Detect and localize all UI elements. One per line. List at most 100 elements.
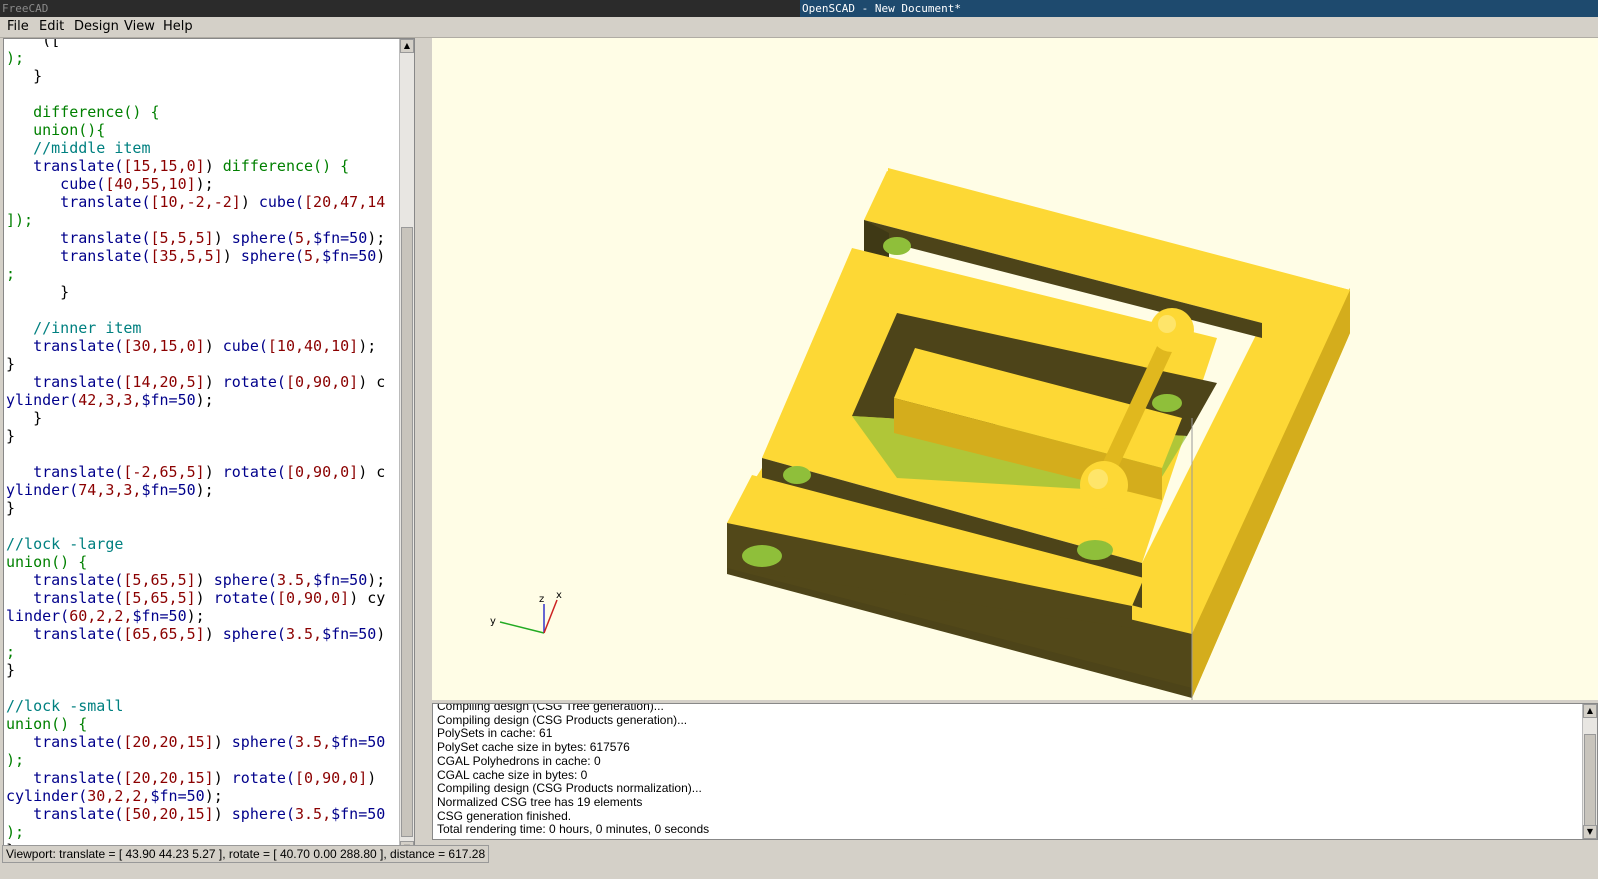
console-line: PolySet cache size in bytes: 617576 xyxy=(437,740,630,755)
splitter[interactable] xyxy=(416,38,432,856)
code-line[interactable]: translate([20,20,15]) sphere(3.5,$fn=50 xyxy=(6,733,385,751)
code-line[interactable]: translate([65,65,5]) sphere(3.5,$fn=50) xyxy=(6,625,385,643)
code-line[interactable]: translate([5,65,5]) rotate([0,90,0]) cy xyxy=(6,589,385,607)
code-token: ) c xyxy=(358,373,386,391)
code-line[interactable]: translate([5,5,5]) sphere(5,$fn=50); xyxy=(6,229,385,247)
code-line[interactable]: difference() { xyxy=(6,103,385,121)
code-token: ) xyxy=(213,769,232,787)
code-line[interactable]: ); xyxy=(6,823,385,841)
console-scroll-up-icon[interactable]: ▲ xyxy=(1583,704,1597,718)
code-token: 3.5, xyxy=(295,733,332,751)
code-line[interactable]: //middle item xyxy=(6,139,385,157)
code-line[interactable]: translate([30,15,0]) cube([10,40,10]); xyxy=(6,337,385,355)
code-line[interactable] xyxy=(6,85,385,103)
code-line[interactable]: ([ xyxy=(6,39,385,49)
code-line[interactable]: } xyxy=(6,355,385,373)
code-line[interactable]: } xyxy=(6,409,385,427)
console-scroll-down-icon[interactable]: ▼ xyxy=(1583,825,1597,839)
code-token: [20,20,15] xyxy=(123,769,214,787)
console-scroll-thumb[interactable] xyxy=(1584,734,1596,826)
editor-scrollbar[interactable]: ▲ ▼ xyxy=(399,39,414,855)
code-token: } xyxy=(6,427,16,445)
code-line[interactable]: //lock -small xyxy=(6,697,385,715)
code-line[interactable]: ); xyxy=(6,751,385,769)
code-line[interactable]: translate([20,20,15]) rotate([0,90,0]) xyxy=(6,769,385,787)
code-token: ) xyxy=(213,229,232,247)
code-text[interactable]: ([); } difference() { union(){ //middle … xyxy=(6,39,385,855)
scroll-thumb[interactable] xyxy=(401,227,413,837)
code-line[interactable]: union() { xyxy=(6,715,385,733)
code-line[interactable]: //inner item xyxy=(6,319,385,337)
code-line[interactable]: union() { xyxy=(6,553,385,571)
code-token: rotate( xyxy=(222,463,286,481)
code-line[interactable]: } xyxy=(6,283,385,301)
code-line[interactable]: translate([-2,65,5]) rotate([0,90,0]) c xyxy=(6,463,385,481)
code-token: ); xyxy=(6,823,25,841)
code-line[interactable]: ylinder(74,3,3,$fn=50); xyxy=(6,481,385,499)
menu-file[interactable]: File xyxy=(7,19,29,34)
code-token: translate( xyxy=(6,625,124,643)
code-token: ; xyxy=(6,265,16,283)
code-line[interactable]: ); xyxy=(6,49,385,67)
code-token: rotate( xyxy=(231,769,295,787)
code-line[interactable] xyxy=(6,517,385,535)
code-token: $fn=50 xyxy=(313,571,368,589)
code-token: ) xyxy=(376,247,386,265)
code-token: [14,20,5] xyxy=(123,373,205,391)
code-token: translate( xyxy=(6,805,124,823)
code-token: $fn=50 xyxy=(141,391,196,409)
code-line[interactable]: translate([15,15,0]) difference() { xyxy=(6,157,385,175)
code-line[interactable]: } xyxy=(6,499,385,517)
code-line[interactable]: } xyxy=(6,661,385,679)
code-editor[interactable]: ([); } difference() { union(){ //middle … xyxy=(3,38,415,856)
console-line: Compiling design (CSG Products generatio… xyxy=(437,712,688,727)
code-token: translate( xyxy=(6,589,124,607)
code-line[interactable]: ; xyxy=(6,643,385,661)
code-token: $fn=50 xyxy=(141,481,196,499)
code-token: ) c xyxy=(358,463,386,481)
code-line[interactable]: //lock -large xyxy=(6,535,385,553)
console-output[interactable]: Compiling design (CSG Tree generation)..… xyxy=(432,703,1598,840)
code-token: //middle item xyxy=(6,139,151,157)
code-token: ) xyxy=(376,625,386,643)
code-line[interactable] xyxy=(6,445,385,463)
code-token: translate( xyxy=(6,733,124,751)
code-line[interactable]: translate([35,5,5]) sphere(5,$fn=50) xyxy=(6,247,385,265)
menu-edit[interactable]: Edit xyxy=(39,19,64,34)
code-line[interactable]: } xyxy=(6,427,385,445)
code-token: translate( xyxy=(6,463,124,481)
code-line[interactable]: cube([40,55,10]); xyxy=(6,175,385,193)
code-token: union(){ xyxy=(6,121,106,139)
code-line[interactable]: linder(60,2,2,$fn=50); xyxy=(6,607,385,625)
code-line[interactable] xyxy=(6,679,385,697)
code-line[interactable]: ; xyxy=(6,265,385,283)
code-token: [0,90,0] xyxy=(276,589,350,607)
menu-design[interactable]: Design xyxy=(74,19,119,34)
code-token: [65,65,5] xyxy=(123,625,205,643)
code-line[interactable]: union(){ xyxy=(6,121,385,139)
code-line[interactable]: cylinder(30,2,2,$fn=50); xyxy=(6,787,385,805)
scroll-up-arrow-icon[interactable]: ▲ xyxy=(400,39,414,53)
code-token: cube( xyxy=(222,337,268,355)
code-token: [50,20,15] xyxy=(123,805,214,823)
code-line[interactable]: ]); xyxy=(6,211,385,229)
task-openscad[interactable]: OpenSCAD - New Document* xyxy=(800,0,1598,17)
code-line[interactable]: } xyxy=(6,67,385,85)
3d-viewport[interactable]: y z x xyxy=(432,38,1598,700)
task-freecad[interactable]: FreeCAD xyxy=(0,0,800,17)
menu-help[interactable]: Help xyxy=(163,19,193,34)
code-token: [20,47,14 xyxy=(304,193,386,211)
code-token: ylinder( xyxy=(6,391,79,409)
code-line[interactable] xyxy=(6,301,385,319)
code-line[interactable]: ylinder(42,3,3,$fn=50); xyxy=(6,391,385,409)
menu-view[interactable]: View xyxy=(124,19,155,34)
code-token: sphere( xyxy=(231,805,295,823)
code-line[interactable]: translate([50,20,15]) sphere(3.5,$fn=50 xyxy=(6,805,385,823)
code-line[interactable]: translate([14,20,5]) rotate([0,90,0]) c xyxy=(6,373,385,391)
code-token: ) xyxy=(213,733,232,751)
console-line: Normalized CSG tree has 19 elements xyxy=(437,794,643,809)
code-line[interactable]: translate([10,-2,-2]) cube([20,47,14 xyxy=(6,193,385,211)
console-scrollbar[interactable]: ▲ ▼ xyxy=(1582,704,1597,839)
taskbar: FreeCAD OpenSCAD - New Document* xyxy=(0,0,1598,17)
code-line[interactable]: translate([5,65,5]) sphere(3.5,$fn=50); xyxy=(6,571,385,589)
